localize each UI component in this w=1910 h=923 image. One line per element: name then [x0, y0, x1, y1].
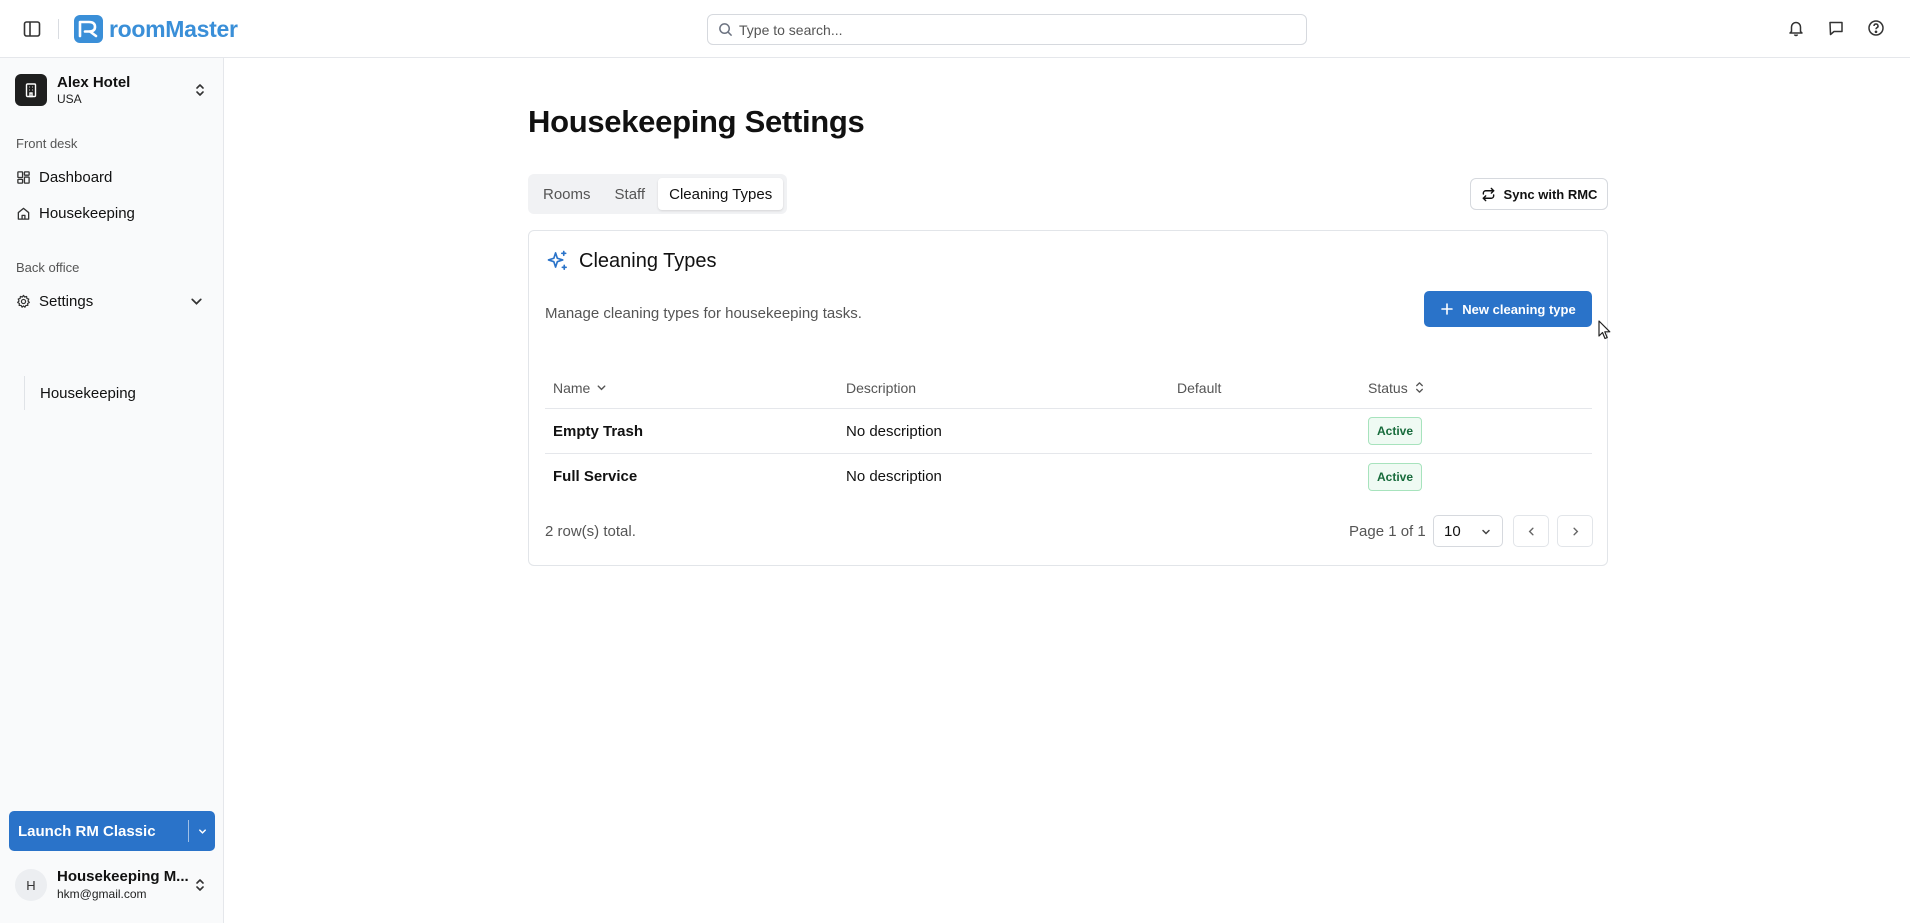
search-icon [719, 23, 733, 37]
refresh-icon [1482, 187, 1494, 201]
previous-page-button[interactable] [1513, 515, 1549, 547]
mouse-pointer-icon [1598, 320, 1611, 340]
column-label: Description [846, 379, 917, 396]
chevron-down-icon [1482, 529, 1490, 535]
avatar: H [15, 869, 47, 901]
help-icon[interactable] [1867, 19, 1885, 37]
search-input[interactable] [739, 21, 1306, 38]
page-indicator: Page 1 of 1 [1349, 523, 1426, 540]
chevrons-up-down-icon [196, 84, 204, 96]
card-description: Manage cleaning types for housekeeping t… [545, 305, 862, 322]
sidebar-subitem-housekeeping[interactable]: Housekeeping [32, 378, 212, 408]
sync-label: Sync with RMC [1503, 186, 1598, 202]
rows-total: 2 row(s) total. [545, 523, 636, 540]
column-label: Default [1177, 379, 1222, 396]
tab-staff[interactable]: Staff [604, 178, 657, 210]
sparkles-icon [547, 250, 567, 271]
divider [58, 19, 59, 39]
tab-cleaning-types[interactable]: Cleaning Types [658, 178, 784, 210]
new-cleaning-type-button[interactable]: New cleaning type [1424, 291, 1592, 327]
submenu-line [24, 376, 25, 410]
hotel-name: Alex Hotel [57, 73, 131, 91]
sidebar-toggle-icon[interactable] [22, 19, 42, 39]
sort-icon [1415, 382, 1423, 393]
user-menu[interactable]: H Housekeeping M... hkm@gmail.com [15, 865, 211, 905]
sidebar-subitem-label: Housekeeping [40, 384, 136, 402]
next-page-button[interactable] [1557, 515, 1593, 547]
chevron-down-icon [191, 298, 202, 305]
chevron-left-icon [1528, 527, 1534, 535]
cell-status: Active [1368, 409, 1423, 453]
cell-name: Full Service [553, 468, 638, 485]
page-title: Housekeeping Settings [528, 104, 865, 139]
home-icon [17, 207, 30, 220]
building-icon [15, 74, 47, 106]
sidebar-item-settings[interactable]: Settings [8, 286, 214, 316]
table-row[interactable]: Empty Trash No description Active [545, 409, 1592, 454]
bell-icon[interactable] [1787, 19, 1805, 37]
card-title: Cleaning Types [579, 250, 717, 272]
tab-rooms[interactable]: Rooms [532, 178, 602, 210]
launch-rm-classic-button[interactable]: Launch RM Classic [9, 823, 188, 840]
launch-options-button[interactable] [189, 811, 215, 851]
column-header-description: Description [846, 367, 916, 408]
status-badge: Active [1368, 462, 1423, 491]
status-badge: Active [1368, 417, 1423, 445]
search-bar[interactable] [707, 14, 1307, 45]
sync-with-rmc-button[interactable]: Sync with RMC [1470, 178, 1608, 210]
chevron-right-icon [1572, 527, 1578, 535]
table-header: Name Description Default Status [545, 367, 1592, 409]
column-header-name[interactable]: Name [553, 367, 608, 408]
message-icon[interactable] [1827, 19, 1845, 37]
launch-rm-classic: Launch RM Classic [9, 811, 215, 851]
front-desk-label: Front desk [16, 136, 78, 151]
cell-status: Active [1368, 454, 1423, 499]
column-header-status[interactable]: Status [1368, 367, 1426, 408]
page-size-select[interactable]: 10 [1433, 515, 1503, 547]
sidebar-item-label: Dashboard [39, 168, 113, 186]
top-bar: roomMaster [0, 0, 1910, 58]
app-logo[interactable]: roomMaster [74, 15, 238, 43]
cell-description: No description [846, 468, 942, 485]
sidebar-item-housekeeping[interactable]: Housekeeping [8, 198, 214, 228]
sort-descending-icon [597, 385, 606, 391]
column-label: Name [553, 379, 591, 396]
sidebar: Alex Hotel USA Front desk Dashboard Hous… [0, 58, 224, 923]
user-name: Housekeeping M... [57, 868, 189, 885]
chevron-down-icon [198, 828, 206, 834]
sidebar-item-dashboard[interactable]: Dashboard [8, 162, 214, 192]
hotel-country: USA [57, 91, 82, 106]
column-label: Status [1368, 379, 1408, 396]
sidebar-item-label: Settings [39, 292, 94, 310]
dashboard-icon [17, 170, 30, 184]
app-name: roomMaster [109, 15, 238, 42]
sidebar-item-label: Housekeeping [39, 204, 135, 222]
column-header-default: Default [1177, 367, 1221, 408]
cleaning-types-card: Cleaning Types Manage cleaning types for… [528, 230, 1608, 566]
cell-name: Empty Trash [553, 422, 644, 440]
back-office-label: Back office [16, 260, 80, 275]
page-size-value: 10 [1444, 522, 1461, 540]
table-row[interactable]: Full Service No description Active [545, 454, 1592, 499]
gear-icon [17, 294, 30, 308]
hotel-switcher[interactable]: Alex Hotel USA [15, 70, 211, 110]
cleaning-types-table: Name Description Default Status Empty Tr… [545, 367, 1592, 499]
plus-icon [1441, 303, 1454, 315]
tab-list: Rooms Staff Cleaning Types [528, 174, 788, 214]
user-email: hkm@gmail.com [57, 887, 147, 901]
chevrons-up-down-icon [196, 879, 204, 891]
new-cleaning-type-label: New cleaning type [1462, 301, 1576, 317]
roommaster-logo-icon [74, 15, 103, 43]
cell-description: No description [846, 422, 942, 440]
